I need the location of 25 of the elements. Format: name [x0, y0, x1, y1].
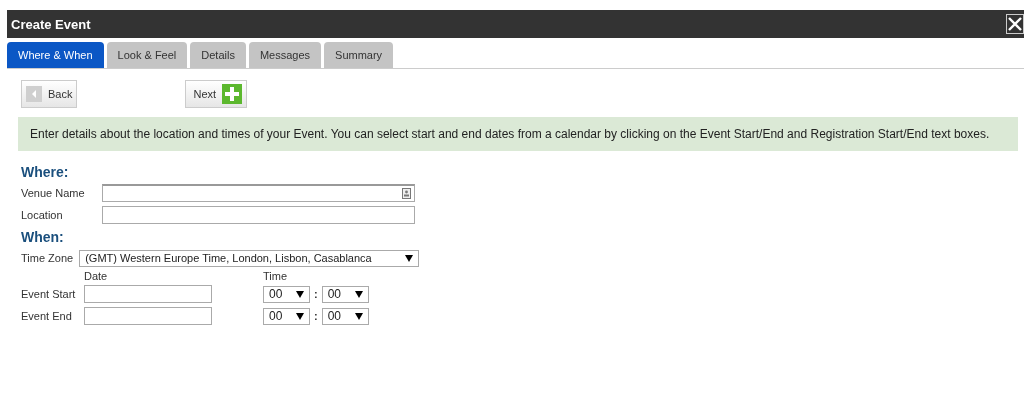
- time-separator: :: [314, 310, 318, 322]
- minute-select[interactable]: 00: [321, 307, 369, 325]
- field-label: Time Zone: [21, 252, 74, 264]
- field-label: Location: [21, 209, 64, 221]
- tab[interactable]: Look & Feel: [106, 42, 188, 68]
- tab[interactable]: Summary: [324, 42, 394, 68]
- tab[interactable]: Details: [190, 42, 246, 68]
- hour-select[interactable]: 00: [263, 285, 310, 303]
- minute-select[interactable]: 00: [321, 285, 369, 303]
- next-button[interactable]: Next: [185, 80, 248, 108]
- time-separator: :: [314, 288, 318, 300]
- field-label: Event End: [21, 310, 73, 322]
- window-title: Create Event: [10, 16, 91, 32]
- info-text: Enter details about the location and times of your Event. You can select start and end dates from a calendar by clicking on the Event Start/End and Registration Start/End text boxes.: [18, 117, 1018, 151]
- column-header: Date: [84, 270, 109, 282]
- time-zone-select[interactable]: (GMT) Western Europe Time, London, Lisbon, Casablanca: [79, 249, 420, 267]
- section-heading: Where:: [21, 164, 70, 180]
- field-label: Venue Name: [21, 187, 86, 199]
- tab[interactable]: Where & When: [7, 42, 104, 68]
- back-button[interactable]: Back: [21, 80, 78, 108]
- field-label: Event Start: [21, 288, 77, 300]
- section-heading: When:: [21, 229, 65, 245]
- column-header: Time: [263, 270, 288, 282]
- tab[interactable]: Messages: [248, 42, 322, 68]
- hour-select[interactable]: 00: [263, 307, 310, 325]
